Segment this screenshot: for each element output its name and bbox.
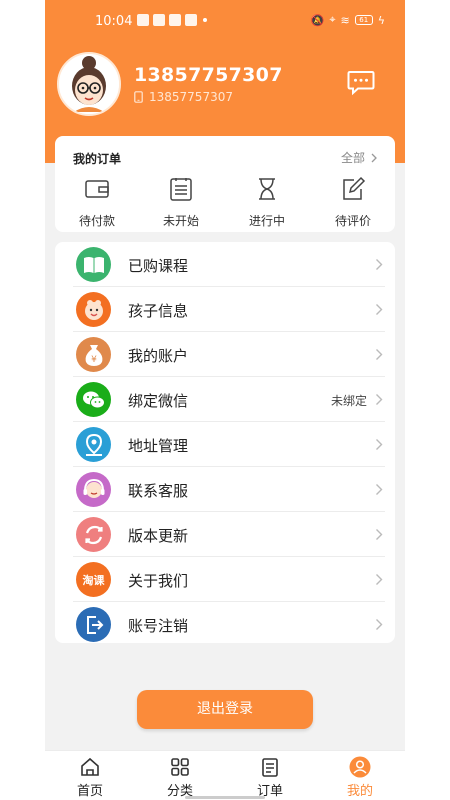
menu-item-version-update[interactable]: 版本更新 xyxy=(55,512,395,557)
orders-card: 我的订单 全部 待付款 未开始 进行中 待评价 xyxy=(55,136,395,232)
chevron-right-icon xyxy=(376,529,383,540)
menu-item-customer-service[interactable]: 联系客服 xyxy=(55,467,395,512)
message-button[interactable] xyxy=(347,70,375,96)
orders-title: 我的订单 xyxy=(73,152,122,166)
menu-item-purchased-courses[interactable]: 已购课程 xyxy=(55,242,395,287)
battery-icon: 61 xyxy=(354,15,373,25)
refresh-icon xyxy=(76,517,111,552)
menu-item-label: 孩子信息 xyxy=(128,302,189,320)
home-indicator xyxy=(185,796,265,799)
order-label: 待付款 xyxy=(78,214,115,228)
location-icon xyxy=(76,427,111,462)
app-notification-icon xyxy=(169,14,181,26)
home-icon xyxy=(81,757,99,776)
menu-item-address[interactable]: 地址管理 xyxy=(55,422,395,467)
chevron-right-icon xyxy=(376,349,383,360)
menu-item-bind-wechat[interactable]: 绑定微信 未绑定 xyxy=(55,377,395,422)
tab-categories[interactable]: 分类 xyxy=(135,751,225,800)
brand-logo-text: 淘课 xyxy=(82,573,105,587)
menu-item-delete-account[interactable]: 账号注销 xyxy=(55,602,395,647)
menu-item-label: 已购课程 xyxy=(128,257,189,275)
orders-all-link[interactable]: 全部 xyxy=(341,149,377,166)
user-icon xyxy=(349,756,371,778)
order-list-icon xyxy=(262,758,278,777)
list-icon xyxy=(170,178,192,201)
profile-name: 13857757307 xyxy=(134,64,283,86)
more-notifications-icon xyxy=(203,18,207,22)
brand-logo-icon: 淘课 xyxy=(76,562,111,597)
app-notification-icon xyxy=(153,14,165,26)
logout-button[interactable]: 退出登录 xyxy=(137,690,313,729)
tab-home[interactable]: 首页 xyxy=(45,751,135,800)
chevron-right-icon xyxy=(376,394,383,405)
order-label: 未开始 xyxy=(162,214,199,228)
tab-orders[interactable]: 订单 xyxy=(225,751,315,800)
grid-icon xyxy=(171,758,189,776)
system-status-icons: 🔕 ⌖ ≋ 61 ϟ xyxy=(311,13,385,27)
chevron-right-icon xyxy=(371,153,377,162)
phone-icon xyxy=(134,91,143,103)
order-label: 进行中 xyxy=(248,214,285,228)
menu-item-about-us[interactable]: 淘课 关于我们 xyxy=(55,557,395,602)
location-status-icon: ⌖ xyxy=(329,13,336,26)
wallet-icon xyxy=(85,180,109,198)
book-icon xyxy=(76,247,111,282)
mute-icon: 🔕 xyxy=(310,13,325,27)
menu-item-my-account[interactable]: ¥ 我的账户 xyxy=(55,332,395,377)
menu-item-label: 关于我们 xyxy=(128,572,189,590)
svg-text:¥: ¥ xyxy=(91,355,97,365)
wechat-icon xyxy=(76,382,111,417)
tab-label: 我的 xyxy=(346,784,373,799)
chevron-right-icon xyxy=(376,439,383,450)
avatar[interactable] xyxy=(57,52,121,116)
app-notification-icon xyxy=(137,14,149,26)
app-notification-icon xyxy=(185,14,197,26)
order-in-progress[interactable]: 进行中 xyxy=(232,176,302,229)
chevron-right-icon xyxy=(376,304,383,315)
menu-item-label: 我的账户 xyxy=(128,347,189,365)
tab-mine[interactable]: 我的 xyxy=(315,751,405,800)
orders-all-label: 全部 xyxy=(340,151,365,165)
status-time: 10:04 xyxy=(95,14,133,29)
profile-phone-row: 13857757307 xyxy=(134,90,233,104)
charging-icon: ϟ xyxy=(377,13,385,27)
child-icon xyxy=(76,292,111,327)
order-label: 待评价 xyxy=(334,214,371,228)
menu-list: 已购课程 孩子信息 ¥ 我的账户 绑定微信 未绑定 地址管理 联系客服 版本更新… xyxy=(55,242,395,643)
status-bar: 10:04 🔕 ⌖ ≋ 61 ϟ xyxy=(45,0,405,44)
order-not-started[interactable]: 未开始 xyxy=(146,176,216,229)
order-to-review[interactable]: 待评价 xyxy=(318,176,388,229)
wechat-bind-status: 未绑定 xyxy=(330,394,367,408)
hourglass-icon xyxy=(259,178,275,200)
menu-item-label: 绑定微信 xyxy=(128,392,189,410)
chevron-right-icon xyxy=(376,259,383,270)
tab-label: 首页 xyxy=(76,784,103,799)
menu-item-child-info[interactable]: 孩子信息 xyxy=(55,287,395,332)
menu-item-label: 地址管理 xyxy=(128,437,189,455)
menu-item-label: 账号注销 xyxy=(128,617,189,635)
notification-icons xyxy=(137,14,207,26)
service-icon xyxy=(76,472,111,507)
menu-item-label: 联系客服 xyxy=(128,482,189,500)
chat-icon xyxy=(347,71,375,96)
chevron-right-icon xyxy=(376,574,383,585)
menu-item-label: 版本更新 xyxy=(128,527,189,545)
profile-phone: 13857757307 xyxy=(149,90,233,104)
wifi-icon: ≋ xyxy=(340,13,350,27)
order-pending-payment[interactable]: 待付款 xyxy=(62,176,132,229)
chevron-right-icon xyxy=(376,619,383,630)
bottom-tab-bar: 首页 分类 订单 我的 xyxy=(45,750,405,800)
logout-icon xyxy=(76,607,111,642)
edit-icon xyxy=(343,176,366,200)
money-bag-icon: ¥ xyxy=(76,337,111,372)
profile-screen: 10:04 🔕 ⌖ ≋ 61 ϟ 13857757307 13857757307… xyxy=(45,0,405,800)
avatar-girl-icon xyxy=(59,54,119,114)
chevron-right-icon xyxy=(376,484,383,495)
